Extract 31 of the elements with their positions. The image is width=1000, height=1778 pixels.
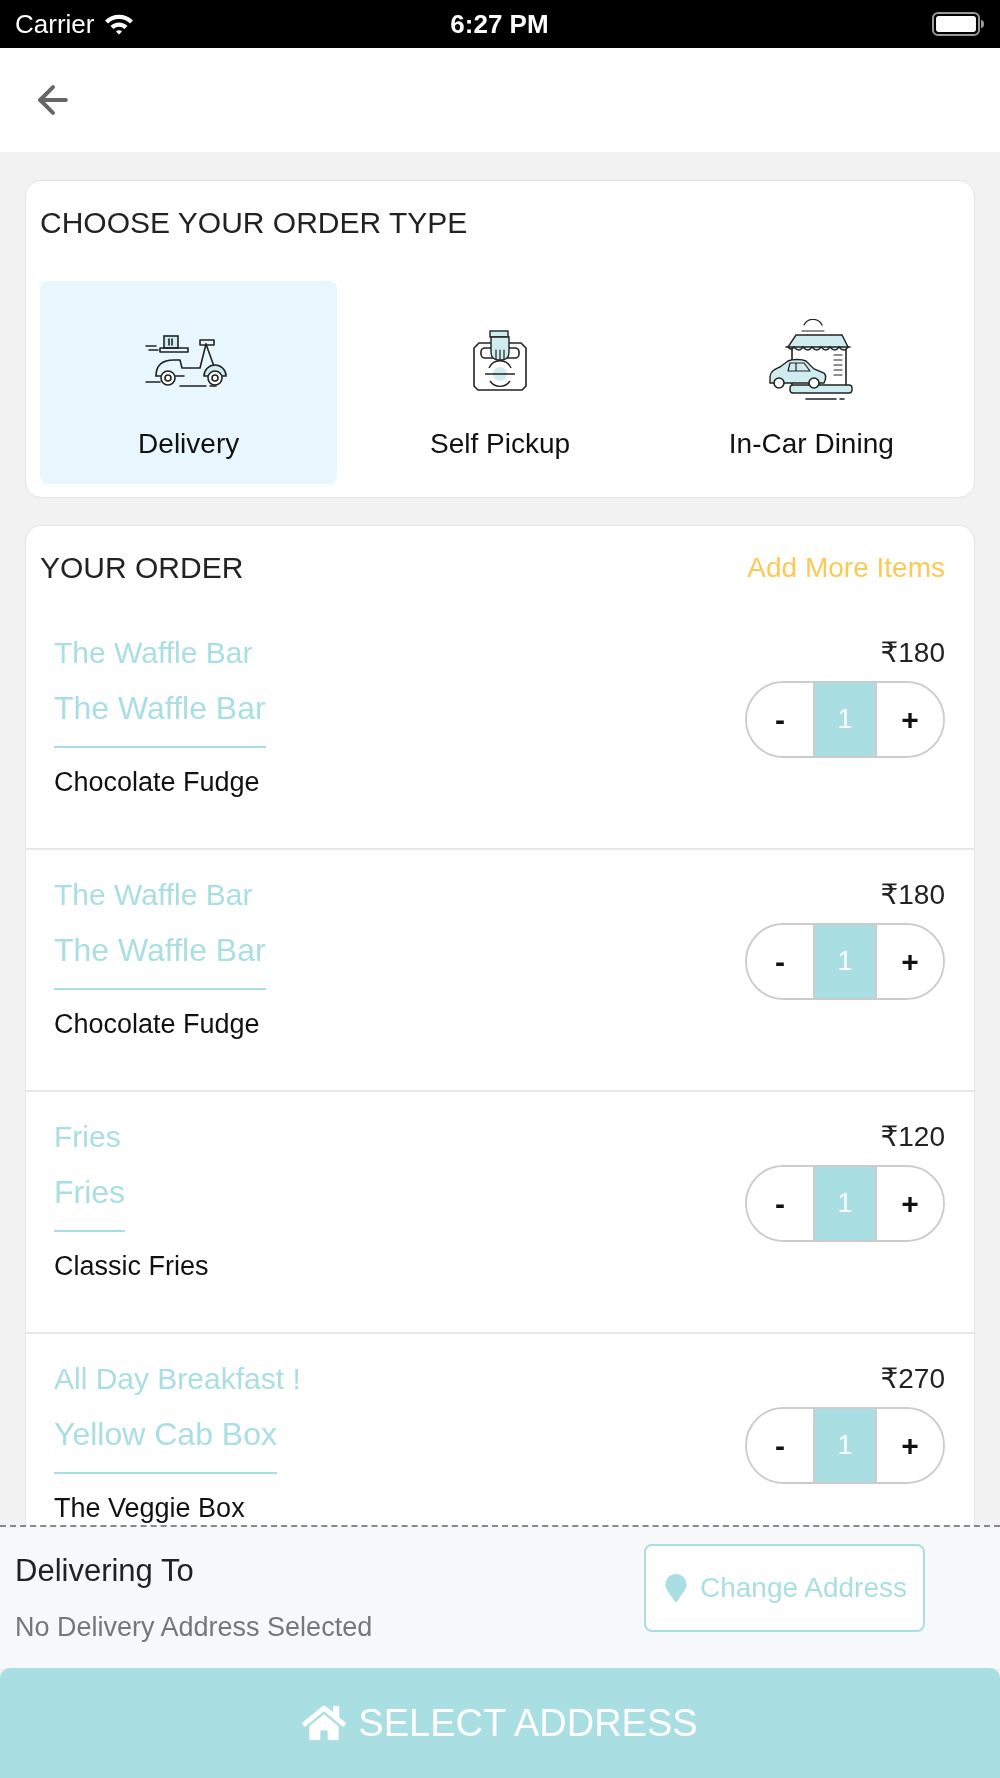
item-name: Chocolate Fudge xyxy=(54,1008,260,1040)
item-name: The Veggie Box xyxy=(54,1492,245,1524)
quantity-value: 1 xyxy=(813,1167,877,1240)
item-price: ₹270 xyxy=(880,1363,945,1395)
restaurant-name: All Day Breakfast ! xyxy=(54,1363,301,1395)
restaurant-name: Fries xyxy=(54,1121,121,1153)
order-type-option[interactable]: In-Car Dining xyxy=(662,281,960,484)
wifi-icon xyxy=(104,13,135,35)
order-type-title: CHOOSE YOUR ORDER TYPE xyxy=(40,206,469,240)
item-name: Chocolate Fudge xyxy=(54,766,260,798)
quantity-value: 1 xyxy=(813,925,877,998)
menu-category: The Waffle Bar xyxy=(54,690,266,726)
menu-category: The Waffle Bar xyxy=(54,932,266,968)
restaurant-name: The Waffle Bar xyxy=(54,879,253,911)
order-type-option[interactable]: Self Pickup xyxy=(351,281,649,484)
quantity-value: 1 xyxy=(813,683,877,756)
quantity-value: 1 xyxy=(813,1409,877,1482)
delivery-address-text: No Delivery Address Selected xyxy=(15,1611,373,1643)
restaurant-name: The Waffle Bar xyxy=(54,637,253,669)
battery-icon xyxy=(932,12,984,36)
menu-category: Yellow Cab Box xyxy=(54,1416,277,1452)
item-price: ₹120 xyxy=(880,1121,945,1153)
item-price: ₹180 xyxy=(880,879,945,911)
order-type-option[interactable]: Delivery xyxy=(40,281,338,484)
clock-time: 6:27 PM xyxy=(450,9,549,39)
carrier-label: Carrier xyxy=(15,9,95,39)
order-title: YOUR ORDER xyxy=(40,551,244,585)
item-price: ₹180 xyxy=(880,637,945,669)
menu-category: Fries xyxy=(54,1174,126,1210)
delivering-to-label: Delivering To xyxy=(15,1553,195,1589)
item-name: Classic Fries xyxy=(54,1250,209,1282)
